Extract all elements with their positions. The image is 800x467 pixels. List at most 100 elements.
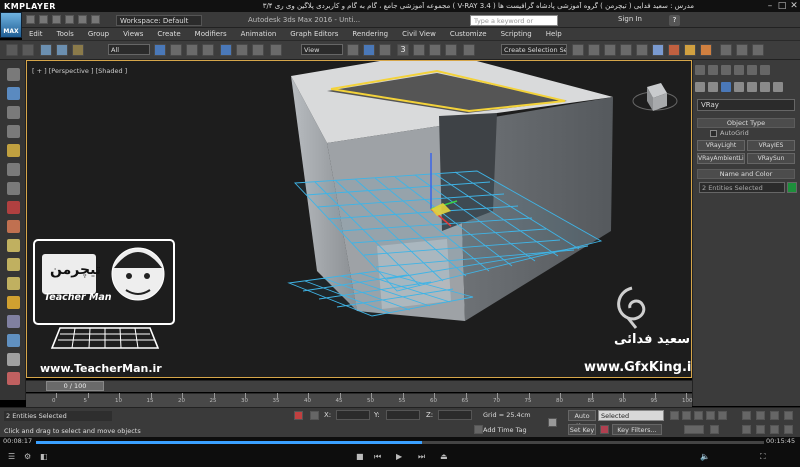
mirror-icon[interactable] xyxy=(572,44,584,56)
zoom-all-icon[interactable] xyxy=(756,411,765,420)
player-previous-icon[interactable]: ⏮ xyxy=(374,452,381,462)
named-selection-set-dropdown[interactable]: Create Selection Se xyxy=(501,44,567,55)
autogrid-checkbox-row[interactable]: AutoGrid xyxy=(710,129,749,137)
helper-icon[interactable] xyxy=(7,353,20,366)
go-to-end-icon[interactable] xyxy=(718,411,727,420)
key-mode-dropdown[interactable]: Selected xyxy=(598,410,664,421)
next-frame-icon[interactable] xyxy=(706,411,715,420)
player-volume-icon[interactable]: 🔈 xyxy=(700,452,710,461)
new-file-icon[interactable] xyxy=(26,15,35,24)
auto-key-button[interactable]: Auto Key xyxy=(568,410,596,430)
place-icon[interactable] xyxy=(270,44,282,56)
player-next-icon[interactable]: ⏭ xyxy=(418,452,425,462)
menu-customize[interactable]: Customize xyxy=(443,28,494,40)
player-settings-icon[interactable]: ⚙ xyxy=(24,452,31,461)
vraylight-button[interactable]: VRayLight xyxy=(697,140,745,151)
hierarchy-tab-icon[interactable] xyxy=(721,65,731,75)
viewport-label[interactable]: [ + ] [Perspective ] [Shaded ] xyxy=(32,67,127,75)
pan-icon[interactable] xyxy=(756,425,765,434)
player-stop-icon[interactable]: ■ xyxy=(356,452,364,461)
light-icon[interactable] xyxy=(7,144,20,157)
redo-icon[interactable] xyxy=(22,44,34,56)
key-tangent-icon[interactable] xyxy=(600,425,609,434)
set-key-button[interactable]: Set Key xyxy=(568,424,596,435)
scene-explorer-icon[interactable] xyxy=(7,68,20,81)
x-coordinate-input[interactable] xyxy=(336,410,370,420)
vraysun-button[interactable]: VRaySun xyxy=(747,153,795,164)
menu-group[interactable]: Group xyxy=(81,28,116,40)
cameras-icon[interactable] xyxy=(734,82,744,92)
z-coordinate-input[interactable] xyxy=(438,410,472,420)
field-of-view-icon[interactable] xyxy=(742,425,751,434)
key-filters-button[interactable]: Key Filters... xyxy=(612,424,662,435)
curve-editor-icon[interactable] xyxy=(620,44,632,56)
open-file-icon[interactable] xyxy=(39,15,48,24)
menu-animation[interactable]: Animation xyxy=(234,28,284,40)
layers-icon[interactable] xyxy=(7,125,20,138)
maximize-viewport-icon[interactable] xyxy=(784,425,793,434)
material-editor-icon[interactable] xyxy=(652,44,664,56)
selection-region-icon[interactable] xyxy=(186,44,198,56)
menu-tools[interactable]: Tools xyxy=(50,28,81,40)
workspace-dropdown[interactable]: Workspace: Default xyxy=(116,15,202,26)
menu-civil-view[interactable]: Civil View xyxy=(395,28,443,40)
sun-icon[interactable] xyxy=(7,296,20,309)
keyboard-shortcut-icon[interactable] xyxy=(379,44,391,56)
search-input[interactable]: Type a keyword or phrase xyxy=(470,15,558,36)
render-production-icon[interactable] xyxy=(700,44,712,56)
maximize-icon[interactable]: □ xyxy=(776,1,788,11)
utilities-tab-icon[interactable] xyxy=(760,65,770,75)
rotate-icon[interactable] xyxy=(236,44,248,56)
time-config-icon[interactable] xyxy=(710,425,719,434)
modify-tab-icon[interactable] xyxy=(708,65,718,75)
edit-named-selection-icon[interactable] xyxy=(463,44,475,56)
display-tab-icon[interactable] xyxy=(747,65,757,75)
object-color-swatch[interactable] xyxy=(787,182,797,193)
undo-icon[interactable] xyxy=(65,15,74,24)
rendered-frame-icon[interactable] xyxy=(684,44,696,56)
menu-graph-editors[interactable]: Graph Editors xyxy=(283,28,345,40)
select-manipulate-icon[interactable] xyxy=(363,44,375,56)
selection-lock-icon[interactable] xyxy=(7,182,20,195)
selection-filter-dropdown[interactable]: All xyxy=(108,44,150,55)
move-icon[interactable] xyxy=(220,44,232,56)
app-menu-button[interactable]: MAX xyxy=(0,12,22,38)
cone-icon[interactable] xyxy=(7,277,20,290)
name-and-color-rollout[interactable]: Name and Color xyxy=(697,169,795,179)
spinner-snap-icon[interactable] xyxy=(445,44,457,56)
scale-icon[interactable] xyxy=(252,44,264,56)
vray-toolbar-icon[interactable] xyxy=(720,44,732,56)
zoom-extents-icon[interactable] xyxy=(770,411,779,420)
player-fullscreen-icon[interactable]: ⛶ xyxy=(760,452,766,462)
y-coordinate-input[interactable] xyxy=(386,410,420,420)
lights-icon[interactable] xyxy=(721,82,731,92)
menu-scripting[interactable]: Scripting xyxy=(494,28,539,40)
layer-explorer-icon[interactable] xyxy=(604,44,616,56)
pivot-center-icon[interactable] xyxy=(347,44,359,56)
player-3d-icon[interactable]: ◧ xyxy=(40,452,48,461)
bind-spacewarp-icon[interactable] xyxy=(72,44,84,56)
spacewarps-icon[interactable] xyxy=(760,82,770,92)
motion-tab-icon[interactable] xyxy=(734,65,744,75)
save-file-icon[interactable] xyxy=(52,15,61,24)
particle-icon[interactable] xyxy=(7,334,20,347)
light-category-dropdown[interactable]: VRay xyxy=(697,99,795,111)
selection-lock-toggle-icon[interactable] xyxy=(294,411,303,420)
add-time-tag[interactable]: Add Time Tag xyxy=(483,426,527,434)
helpers-icon[interactable] xyxy=(747,82,757,92)
undo-icon[interactable] xyxy=(6,44,18,56)
time-slider-thumb[interactable]: 0 / 100 xyxy=(46,381,104,391)
previous-frame-icon[interactable] xyxy=(682,411,691,420)
menu-modifiers[interactable]: Modifiers xyxy=(188,28,234,40)
close-icon[interactable]: ✕ xyxy=(788,1,800,11)
zoom-icon[interactable] xyxy=(742,411,751,420)
teapot-icon[interactable] xyxy=(7,258,20,271)
menu-help[interactable]: Help xyxy=(539,28,569,40)
select-by-name-icon[interactable] xyxy=(170,44,182,56)
go-to-start-icon[interactable] xyxy=(670,411,679,420)
link-icon[interactable] xyxy=(40,44,52,56)
zoom-extents-all-icon[interactable] xyxy=(784,411,793,420)
spacewarp-icon[interactable] xyxy=(7,372,20,385)
geosphere-icon[interactable] xyxy=(7,315,20,328)
isolate-icon[interactable] xyxy=(7,201,20,214)
